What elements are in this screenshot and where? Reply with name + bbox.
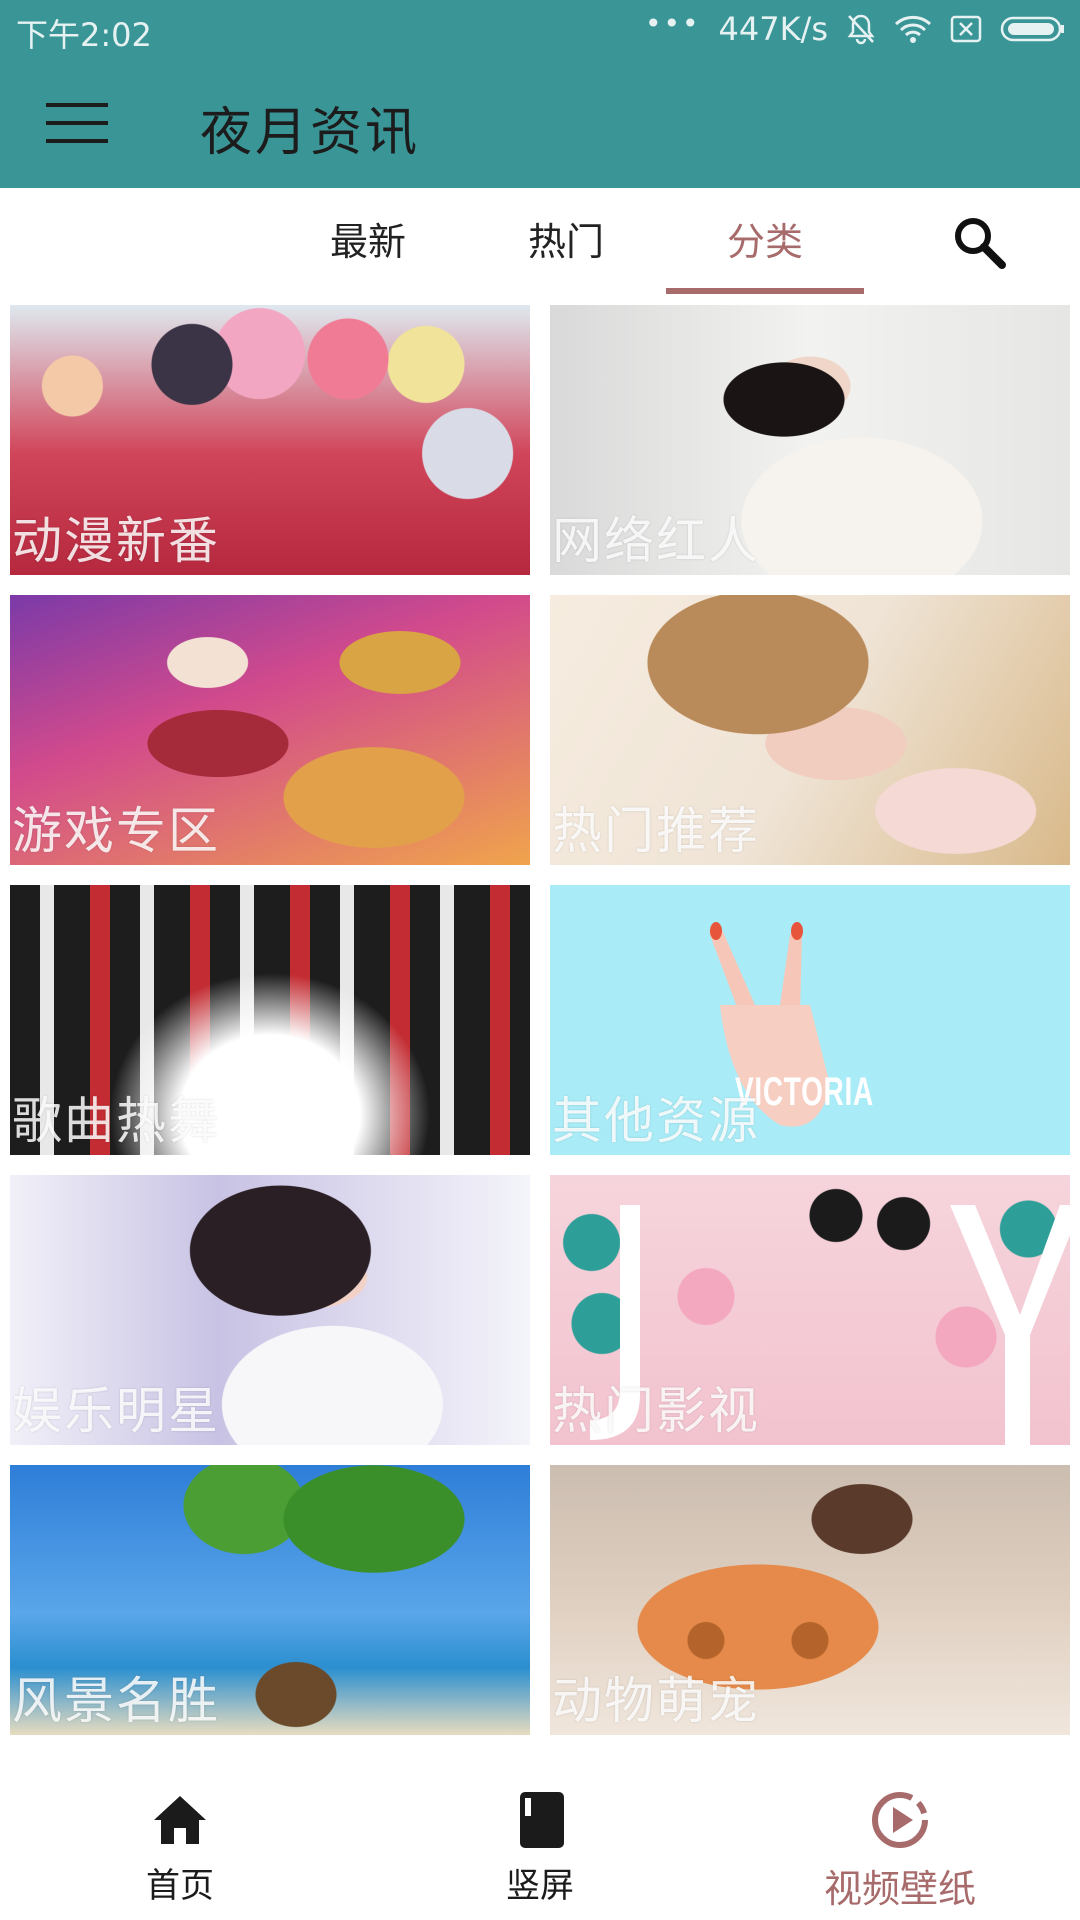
mute-bell-icon — [846, 13, 876, 45]
status-bar: 下午2:02 ••• 447K/s — [0, 0, 1080, 58]
nav-portrait-label: 竖屏 — [506, 1866, 574, 1906]
category-card-influencer[interactable]: 网络红人 — [550, 305, 1070, 575]
search-icon[interactable] — [950, 213, 1010, 273]
app-title: 夜月资讯 — [200, 103, 421, 163]
menu-icon[interactable] — [46, 103, 108, 143]
category-card-games[interactable]: 游戏专区 — [10, 595, 530, 865]
category-card-recommended[interactable]: 热门推荐 — [550, 595, 1070, 865]
tab-category[interactable]: 分类 — [666, 188, 864, 296]
home-icon — [150, 1790, 210, 1850]
category-card-pets[interactable]: 动物萌宠 — [550, 1465, 1070, 1735]
nav-home[interactable]: 首页 — [0, 1760, 360, 1920]
book-icon — [510, 1790, 570, 1850]
network-speed: 447K/s — [718, 10, 828, 48]
category-card-anime[interactable]: 动漫新番 — [10, 305, 530, 575]
nav-video-wallpaper[interactable]: 视频壁纸 — [720, 1760, 1080, 1920]
bottom-nav: 首页 竖屏 视频壁纸 — [0, 1760, 1080, 1920]
wifi-icon — [894, 15, 932, 43]
nav-home-label: 首页 — [146, 1866, 214, 1906]
category-card-dance[interactable]: 歌曲热舞 — [10, 885, 530, 1155]
category-label: 风景名胜 — [12, 1672, 220, 1730]
category-label: 热门影视 — [552, 1382, 760, 1440]
tab-hot[interactable]: 热门 — [467, 188, 665, 296]
status-time: 下午2:02 — [16, 16, 152, 54]
nav-portrait[interactable]: 竖屏 — [360, 1760, 720, 1920]
category-label: 其他资源 — [552, 1092, 760, 1150]
status-icons: ••• 447K/s — [644, 6, 1066, 50]
category-label: 歌曲热舞 — [12, 1092, 220, 1150]
category-card-celebrity[interactable]: 娱乐明星 — [10, 1175, 530, 1445]
tab-bar: 最新 热门 分类 — [0, 188, 1080, 296]
status-dots: ••• — [644, 6, 701, 40]
category-label: 动物萌宠 — [552, 1672, 760, 1730]
category-card-scenery[interactable]: 风景名胜 — [10, 1465, 530, 1735]
category-card-movies[interactable]: 热门影视 — [550, 1175, 1070, 1445]
battery-icon — [1000, 15, 1066, 43]
nav-video-wallpaper-label: 视频壁纸 — [823, 1867, 976, 1911]
category-label: 娱乐明星 — [12, 1382, 220, 1440]
no-sim-icon — [950, 15, 982, 43]
category-label: 游戏专区 — [12, 802, 220, 860]
category-label: 热门推荐 — [552, 802, 760, 860]
category-card-other[interactable]: VICTORIA 其他资源 — [550, 885, 1070, 1155]
play-circle-icon — [870, 1790, 930, 1850]
category-label: 网络红人 — [552, 512, 760, 570]
tab-latest[interactable]: 最新 — [269, 188, 467, 296]
app-bar: 夜月资讯 — [0, 58, 1080, 188]
category-label: 动漫新番 — [12, 512, 220, 570]
